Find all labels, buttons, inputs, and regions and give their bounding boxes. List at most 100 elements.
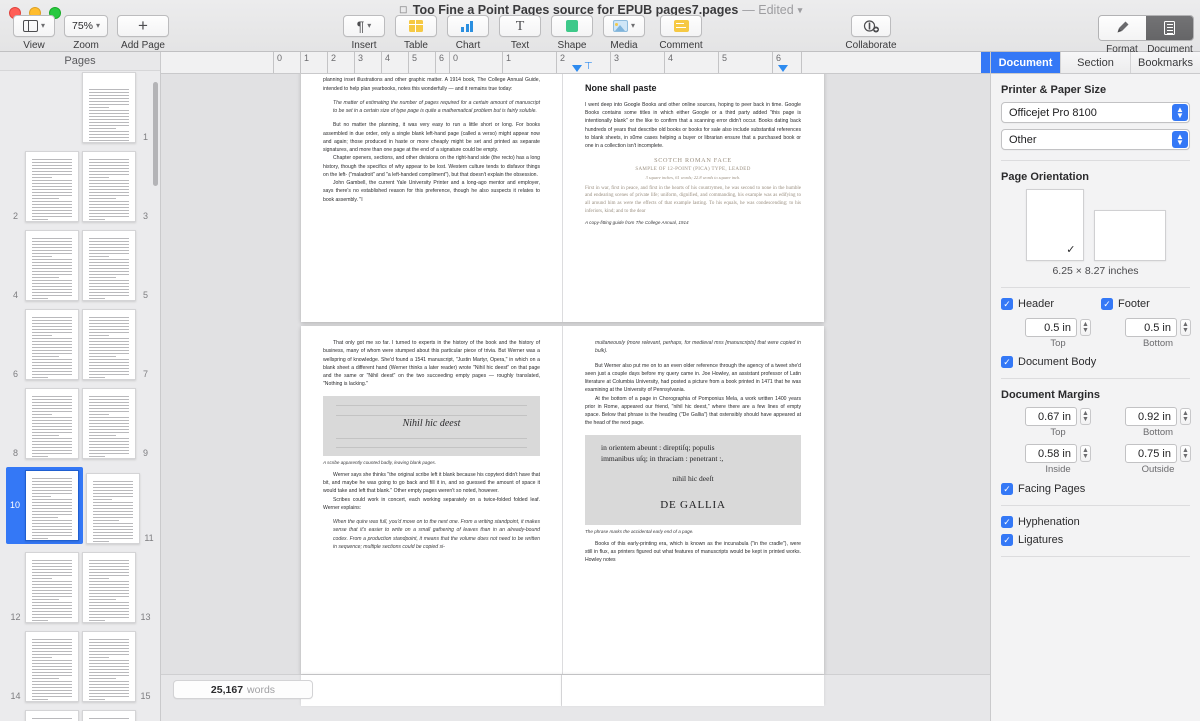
zoom-button[interactable]: 75%▾ Zoom <box>60 15 112 51</box>
hyphenation-checkbox-row[interactable]: ✓ Hyphenation <box>1001 516 1190 528</box>
document-inspector-button[interactable] <box>1146 16 1193 40</box>
page-thumbnail-item[interactable]: 17 <box>82 710 152 721</box>
tab-stop-marker[interactable]: ⊤ <box>584 61 593 72</box>
document-page-12[interactable]: That only got me so far. I turned to exp… <box>301 326 562 674</box>
checkbox-icon[interactable]: ✓ <box>1101 298 1113 310</box>
page-spread-top[interactable]: typeset samples to estimate words per pa… <box>301 74 824 322</box>
margin-top-value[interactable]: 0.67 in <box>1025 407 1077 426</box>
document-page-10[interactable]: typeset samples to estimate words per pa… <box>301 74 562 322</box>
chevron-down-icon[interactable]: ▾ <box>798 5 803 16</box>
checkbox-icon[interactable]: ✓ <box>1001 298 1013 310</box>
page-thumbnail[interactable] <box>82 309 136 380</box>
ruler[interactable]: 0 1 2 3 4 5 6 0 1 2 3 4 5 6 ⊤ <box>161 52 990 74</box>
page-thumbnail[interactable] <box>86 473 140 544</box>
page-thumbnail-item[interactable]: 7 <box>82 309 152 380</box>
page-thumbnail-item[interactable]: 1 <box>82 72 152 143</box>
stepper-icon[interactable]: ▲▼ <box>1180 408 1191 425</box>
tab-document[interactable]: Document <box>991 52 1061 73</box>
orientation-landscape[interactable] <box>1094 210 1166 261</box>
page-thumbnail[interactable] <box>82 631 136 702</box>
paper-size-select[interactable]: Other ▲▼ <box>1001 129 1190 150</box>
page-thumbnail-item[interactable]: 15 <box>82 631 152 702</box>
document-body-checkbox-row[interactable]: ✓ Document Body <box>1001 356 1190 368</box>
indent-marker-right[interactable] <box>778 65 788 72</box>
page-thumbnail[interactable] <box>25 552 79 623</box>
margin-bottom-field[interactable]: 0.92 in ▲▼ <box>1101 407 1191 426</box>
tab-section[interactable]: Section <box>1061 52 1131 73</box>
page-thumbnail[interactable] <box>25 710 79 721</box>
page-thumbnail[interactable] <box>82 388 136 459</box>
chevron-updown-icon[interactable]: ▲▼ <box>1172 131 1188 148</box>
header-top-value[interactable]: 0.5 in <box>1025 318 1077 337</box>
checkbox-icon[interactable]: ✓ <box>1001 516 1013 528</box>
table-button[interactable]: Table <box>390 15 442 51</box>
page-thumbnail-item[interactable]: 9 <box>82 388 152 459</box>
page-thumbnail-item-selected[interactable]: 10 <box>6 467 83 544</box>
add-page-button[interactable]: + Add Page <box>112 15 174 51</box>
page-thumbnail-item[interactable]: 14 <box>9 631 79 702</box>
inspector-toggle-group[interactable] <box>1098 15 1194 41</box>
media-button[interactable]: ▾ Media <box>598 15 650 51</box>
page-thumbnail[interactable] <box>82 72 136 143</box>
page-thumbnail-item[interactable]: 5 <box>82 230 152 301</box>
page-thumbnail-item[interactable]: 3 <box>82 151 152 222</box>
page-thumbnail[interactable] <box>25 470 79 541</box>
page-thumbnail-item[interactable]: 8 <box>9 388 79 459</box>
header-checkbox-row[interactable]: ✓ Header <box>1001 298 1091 310</box>
page-thumbnail-item[interactable]: 12 <box>9 552 79 623</box>
format-button[interactable] <box>1099 16 1146 40</box>
page-thumbnail-item[interactable]: 2 <box>9 151 79 222</box>
insert-button[interactable]: ¶▾ Insert <box>338 15 390 51</box>
stepper-icon[interactable]: ▲▼ <box>1080 408 1091 425</box>
word-count-badge[interactable]: 25,167 words <box>173 680 313 699</box>
margin-outside-field[interactable]: 0.75 in ▲▼ <box>1101 444 1191 463</box>
printer-select[interactable]: Officejet Pro 8100 ▲▼ <box>1001 102 1190 123</box>
comment-button[interactable]: Comment <box>650 15 712 51</box>
footer-checkbox-row[interactable]: ✓ Footer <box>1101 298 1191 310</box>
sidebar-scrollbar-thumb[interactable] <box>153 82 158 186</box>
checkbox-icon[interactable]: ✓ <box>1001 534 1013 546</box>
document-canvas[interactable]: typeset samples to estimate words per pa… <box>161 74 990 674</box>
orientation-options[interactable]: ✓ <box>1001 189 1190 261</box>
page-thumbnail[interactable] <box>82 230 136 301</box>
margin-bottom-value[interactable]: 0.92 in <box>1125 407 1177 426</box>
stepper-icon[interactable]: ▲▼ <box>1180 319 1191 336</box>
page-thumbnail[interactable] <box>25 631 79 702</box>
stepper-icon[interactable]: ▲▼ <box>1080 319 1091 336</box>
footer-bottom-value[interactable]: 0.5 in <box>1125 318 1177 337</box>
footer-bottom-field[interactable]: 0.5 in ▲▼ <box>1101 318 1191 337</box>
page-thumbnail[interactable] <box>82 552 136 623</box>
document-page-11[interactable]: planning for signatures but not the pote… <box>562 74 823 322</box>
page-thumbnail-item[interactable]: 13 <box>82 552 152 623</box>
margin-inside-field[interactable]: 0.58 in ▲▼ <box>1001 444 1091 463</box>
checkbox-icon[interactable]: ✓ <box>1001 483 1013 495</box>
page-thumbnail[interactable] <box>25 151 79 222</box>
collaborate-button[interactable]: Collaborate <box>843 15 899 51</box>
tab-bookmarks[interactable]: Bookmarks <box>1131 52 1200 73</box>
stepper-icon[interactable]: ▲▼ <box>1080 445 1091 462</box>
text-button[interactable]: T Text <box>494 15 546 51</box>
margin-top-field[interactable]: 0.67 in ▲▼ <box>1001 407 1091 426</box>
inspector-tabs[interactable]: Document Section Bookmarks <box>991 52 1200 74</box>
facing-pages-checkbox-row[interactable]: ✓ Facing Pages <box>1001 483 1190 495</box>
page-thumbnail[interactable] <box>25 230 79 301</box>
chart-button[interactable]: Chart <box>442 15 494 51</box>
page-thumbnail[interactable] <box>82 151 136 222</box>
stepper-icon[interactable]: ▲▼ <box>1180 445 1191 462</box>
margin-inside-value[interactable]: 0.58 in <box>1025 444 1077 463</box>
page-thumbnail-item[interactable]: 4 <box>9 230 79 301</box>
margin-outside-value[interactable]: 0.75 in <box>1125 444 1177 463</box>
page-thumbnail[interactable] <box>25 388 79 459</box>
shape-button[interactable]: Shape <box>546 15 598 51</box>
page-spread-bottom[interactable]: That only got me so far. I turned to exp… <box>301 326 824 674</box>
chevron-updown-icon[interactable]: ▲▼ <box>1172 104 1188 121</box>
page-thumbnail-item[interactable]: 11 <box>86 467 156 544</box>
page-thumbnail-item[interactable]: 6 <box>9 309 79 380</box>
page-thumbnail[interactable] <box>25 309 79 380</box>
orientation-portrait[interactable]: ✓ <box>1026 189 1084 261</box>
page-thumbnail-item[interactable]: 16 <box>9 710 79 721</box>
page-thumbnail[interactable] <box>82 710 136 721</box>
document-page-13[interactable]: multaneously (more relevant, perhaps, fo… <box>562 326 823 674</box>
indent-marker-left[interactable] <box>572 65 582 72</box>
ligatures-checkbox-row[interactable]: ✓ Ligatures <box>1001 534 1190 546</box>
